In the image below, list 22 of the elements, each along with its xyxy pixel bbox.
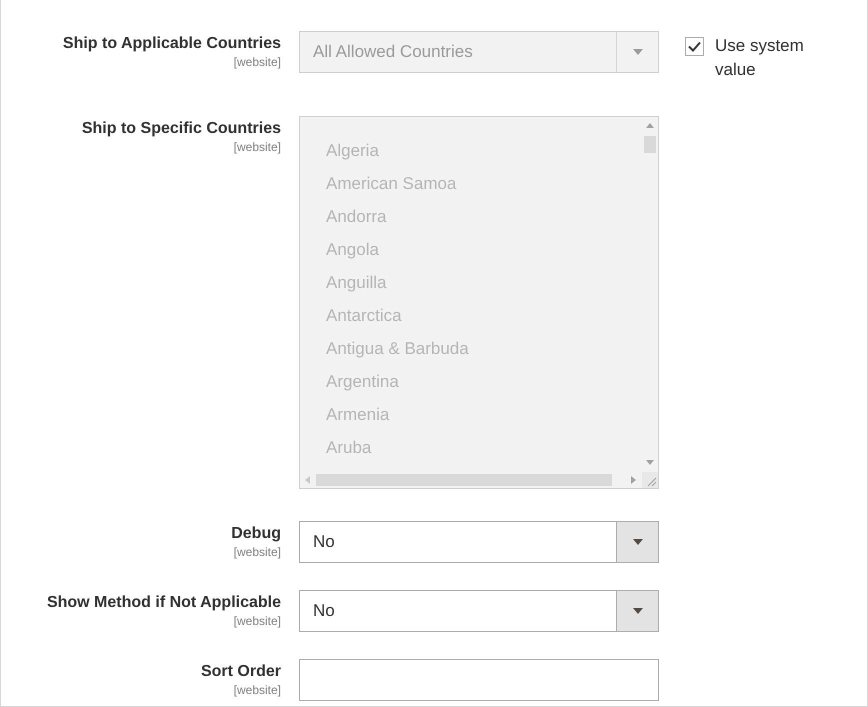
dropdown[interactable]: No: [299, 590, 659, 632]
field-label: Ship to Applicable Countries: [62, 34, 281, 54]
checkbox-label: Use system value: [715, 35, 805, 81]
field-label: Ship to Specific Countries: [82, 119, 281, 139]
scope-label: [website]: [234, 682, 281, 698]
caret-icon: [632, 539, 642, 545]
scope-label: [website]: [234, 54, 281, 70]
check-icon: [688, 41, 701, 52]
field-label: Show Method if Not Applicable: [46, 593, 281, 613]
dropdown[interactable]: No: [299, 521, 659, 563]
caret-icon: [632, 608, 642, 614]
scroll-right-icon: [631, 476, 636, 484]
scope-label: [website]: [234, 544, 281, 560]
scroll-down-icon: [646, 460, 654, 465]
scroll-up-icon: [646, 123, 654, 128]
input-field[interactable]: [299, 659, 659, 701]
field-label: Sort Order: [200, 662, 281, 682]
field-label: Debug: [231, 524, 281, 544]
scroll-left-icon: [305, 476, 310, 484]
caret-icon: [632, 49, 642, 55]
scope-label: [website]: [234, 613, 281, 629]
scope-label: [website]: [234, 139, 281, 155]
